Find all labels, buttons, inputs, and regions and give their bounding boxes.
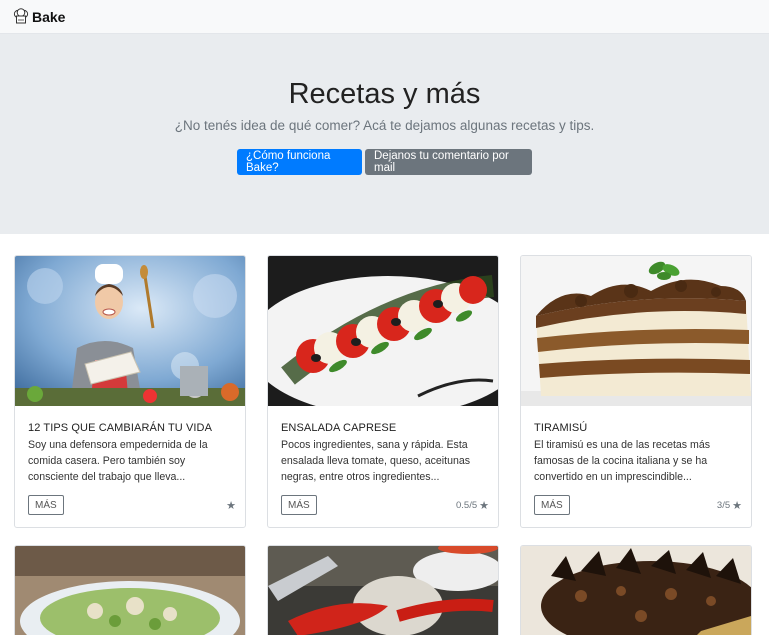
card-image-vegetables [268,546,498,635]
recipe-card [520,545,752,635]
brand-link[interactable]: Bake [12,7,66,26]
card-body: 12 TIPS QUE CAMBIARÁN TU VIDA Soy una de… [28,422,232,485]
card-footer: MÁS ★ [28,494,236,516]
rating: 3/5 ★ [717,499,742,512]
rating: 0.5/5 ★ [456,499,489,512]
rating: ★ [224,499,236,512]
card-footer: MÁS 0.5/5 ★ [281,494,489,516]
recipe-card: ENSALADA CAPRESE Pocos ingredientes, san… [267,255,499,528]
hero-subtitle: ¿No tenés idea de qué comer? Acá te deja… [174,118,595,133]
card-footer: MÁS 3/5 ★ [534,494,742,516]
email-comment-button[interactable]: Dejanos tu comentario por mail [365,149,532,175]
more-button[interactable]: MÁS [281,495,317,515]
card-image-salad [15,546,245,635]
recipe-card [267,545,499,635]
brand-name: Bake [32,8,66,25]
how-it-works-button[interactable]: ¿Cómo funciona Bake? [237,149,362,175]
more-button[interactable]: MÁS [534,495,570,515]
hero-buttons: ¿Cómo funciona Bake? Dejanos tu comentar… [0,149,769,175]
navbar: Bake [0,0,769,34]
recipe-card [14,545,246,635]
card-title: 12 TIPS QUE CAMBIARÁN TU VIDA [28,422,213,434]
card-title: ENSALADA CAPRESE [281,422,397,434]
page-title: Recetas y más [288,78,481,110]
card-image-caprese [268,256,498,406]
card-text: Soy una defensora empedernida de la comi… [28,439,208,483]
card-body: ENSALADA CAPRESE Pocos ingredientes, san… [281,422,485,485]
card-text: Pocos ingredientes, sana y rápida. Esta … [281,439,471,483]
recipe-card: TIRAMISÚ El tiramisú es una de las recet… [520,255,752,528]
rating-value: 3/5 [716,499,731,511]
star-icon: ★ [479,499,489,512]
star-icon: ★ [732,499,742,512]
card-body: TIRAMISÚ El tiramisú es una de las recet… [534,422,738,485]
rating-value: 0.5/5 [455,499,478,511]
card-title: TIRAMISÚ [534,422,588,434]
recipe-card: 12 TIPS QUE CAMBIARÁN TU VIDA Soy una de… [14,255,246,528]
card-image-tiramisu [521,256,751,406]
star-icon: ★ [226,499,236,512]
card-image-chef [15,256,245,406]
hero-jumbotron: Recetas y más ¿No tenés idea de qué come… [0,34,769,234]
chef-hat-icon [13,7,29,23]
more-button[interactable]: MÁS [28,495,64,515]
card-text: El tiramisú es una de las recetas más fa… [534,439,711,483]
card-image-chocolate-cake [521,546,751,635]
